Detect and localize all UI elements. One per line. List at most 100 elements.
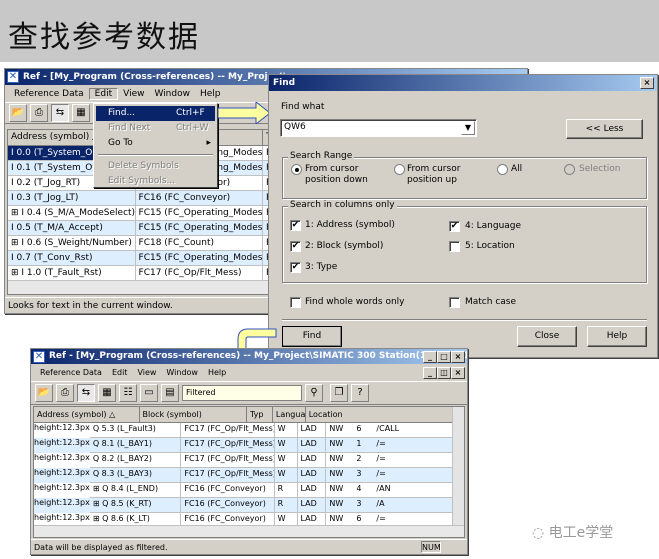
close-icon[interactable]: ×	[451, 351, 465, 363]
child-restore-icon[interactable]: ◫	[437, 367, 451, 379]
address-cell: ⊞ Q 8.5 (K_RT)	[89, 498, 182, 513]
search-range-label: Search Range	[288, 151, 355, 161]
checkbox-type[interactable]: ✔	[290, 262, 301, 273]
banner: 查找参考数据	[0, 0, 659, 62]
tree-icon[interactable]: ☷	[119, 384, 137, 402]
help-button[interactable]: Help	[587, 326, 647, 347]
column-header[interactable]: Block (symbol)	[139, 407, 247, 423]
filter-icon[interactable]: ⚲	[305, 384, 323, 402]
bottom-menu-bar: Reference Data Edit View Window Help	[31, 364, 467, 381]
bottom-title-bar[interactable]: ✕ Ref - [My_Program (Cross-references) --…	[31, 349, 467, 364]
menu-item-label: Go To	[108, 138, 133, 148]
columns-group-label: Search in columns only	[288, 200, 397, 210]
print-icon[interactable]: ⎙	[56, 384, 74, 402]
menu-window[interactable]: Window	[161, 368, 203, 377]
app-icon: ✕	[7, 71, 19, 83]
open-icon[interactable]: 📂	[35, 384, 53, 402]
vertical-scrollbar[interactable]	[452, 407, 464, 525]
table-row[interactable]: height:12.3px ⊞ Q 8.4 (L_END) FC16 (FC_Con…	[34, 483, 464, 498]
table-row[interactable]: height:12.3px Q 8.3 (L_BAY3) FC17 (FC_Op/…	[34, 468, 464, 483]
close-button[interactable]: Close	[517, 326, 577, 347]
checkbox-language[interactable]: ✔	[449, 221, 460, 232]
menu-window[interactable]: Window	[149, 89, 195, 99]
column-header[interactable]: Languag	[272, 407, 306, 423]
address-cell: I 0.5 (T_M/A_Accept)	[8, 221, 136, 236]
menu-item-delete-symbols: Delete Symbols	[96, 159, 215, 174]
child-minimize-icon[interactable]: _	[423, 367, 437, 379]
find-what-label: Find what	[281, 102, 325, 112]
menu-edit[interactable]: Edit	[107, 368, 133, 377]
edit-menu: Find... Ctrl+F Find Next Ctrl+W Go To ▸ Delete…	[93, 103, 218, 188]
find-button[interactable]: Find	[282, 326, 342, 347]
checkbox-block-label: 2: Block (symbol)	[305, 241, 384, 251]
table-row[interactable]: height:12.3px Q 8.1 (L_BAY1) FC17 (FC_Op/…	[34, 438, 464, 453]
menu-view[interactable]: View	[118, 89, 149, 99]
table-row[interactable]: height:12.3px Q 8.2 (L_BAY2) FC17 (FC_Op/…	[34, 453, 464, 468]
find-what-input[interactable]: QW6	[284, 122, 306, 132]
column-header[interactable]: Location	[305, 407, 454, 423]
radio-cursor-up[interactable]	[394, 164, 405, 175]
find-title-bar[interactable]: Find	[269, 75, 657, 91]
menu-help[interactable]: Help	[195, 89, 226, 99]
radio-cursor-down[interactable]	[291, 164, 302, 175]
chevron-down-icon[interactable]: ▼	[461, 121, 475, 135]
block-cell: FC15 (FC_Operating_Modes)	[135, 206, 264, 221]
menu-view[interactable]: View	[132, 368, 161, 377]
location-cell: NW 4/AN	[326, 483, 454, 498]
less-button[interactable]: << Less	[566, 119, 643, 139]
match-case-label: Match case	[465, 297, 517, 307]
new-window-icon[interactable]: ❐	[330, 384, 348, 402]
menu-help[interactable]: Help	[203, 368, 231, 377]
chevron-right-icon: ▸	[206, 138, 211, 148]
checkbox-block[interactable]: ✔	[290, 241, 301, 252]
menu-reference-data[interactable]: Reference Data	[35, 368, 107, 377]
cross-ref-icon[interactable]: ⇆	[51, 104, 69, 122]
location-cell: NW 2 /=	[326, 453, 454, 468]
filter-field[interactable]: Filtered	[182, 385, 302, 401]
language-cell: LAD	[297, 453, 327, 468]
context-help-icon[interactable]: ?	[351, 384, 369, 402]
grid-icon[interactable]: ▦	[98, 384, 116, 402]
column-header[interactable]: Address (symbol) △	[34, 407, 140, 423]
menu-item-find[interactable]: Find... Ctrl+F	[96, 106, 215, 121]
menu-item-label: Find Next	[108, 123, 151, 133]
table-row[interactable]: height:12.3px Q 5.3 (L_Fault3) FC17 (FC_O…	[34, 423, 464, 438]
checkbox-address[interactable]: ✔	[290, 220, 301, 231]
cross-ref-icon[interactable]: ⇆	[77, 384, 95, 402]
menu-item-go-to[interactable]: Go To ▸	[96, 136, 215, 151]
table-row[interactable]: height:12.3px ⊞ Q 8.5 (K_RT) FC16 (FC_Conv…	[34, 498, 464, 513]
bottom-grid: Address (symbol) △ Block (symbol) Typ Langu…	[33, 406, 465, 538]
column-header[interactable]: Typ	[246, 407, 273, 423]
location-instruction: /A	[376, 499, 385, 508]
checkbox-location[interactable]	[449, 241, 460, 252]
close-icon[interactable]: ×	[640, 77, 654, 89]
address-cell: Q 8.1 (L_BAY1)	[89, 438, 182, 453]
horizontal-scrollbar[interactable]	[34, 525, 464, 537]
find-what-combobox[interactable]: QW6 ▼	[280, 119, 477, 137]
maximize-icon[interactable]: □	[437, 351, 451, 363]
minimize-icon[interactable]: _	[423, 351, 437, 363]
radio-all[interactable]	[497, 164, 508, 175]
menu-reference-data[interactable]: Reference Data	[9, 89, 89, 99]
location-cell: NW 3 /=	[326, 468, 454, 483]
grid-icon[interactable]: ▦	[72, 104, 90, 122]
type-cell: R	[274, 483, 298, 498]
address-cell: Q 8.3 (L_BAY3)	[89, 468, 182, 483]
location-instruction: /=	[376, 439, 386, 448]
block-cell: FC15 (FC_Operating_Modes)	[135, 221, 264, 236]
block-cell: FC17 (FC_Op/Flt_Mess)	[135, 266, 264, 281]
print-icon[interactable]: ⎙	[30, 104, 48, 122]
location-instruction: /CALL	[376, 424, 400, 433]
location-nw: NW	[329, 469, 344, 478]
radio-all-label: All	[511, 164, 523, 174]
menu-edit[interactable]: Edit	[88, 87, 119, 100]
assignment-icon[interactable]: ▤	[161, 384, 179, 402]
language-cell: LAD	[297, 468, 327, 483]
unused-icon[interactable]: ▭	[140, 384, 158, 402]
checkbox-whole-words[interactable]	[290, 297, 301, 308]
checkbox-match-case[interactable]	[449, 297, 460, 308]
open-icon[interactable]: 📂	[9, 104, 27, 122]
checkbox-type-label: 3: Type	[305, 262, 338, 272]
menu-item-label: Edit Symbols...	[108, 176, 176, 186]
child-close-icon[interactable]: ×	[451, 367, 465, 379]
